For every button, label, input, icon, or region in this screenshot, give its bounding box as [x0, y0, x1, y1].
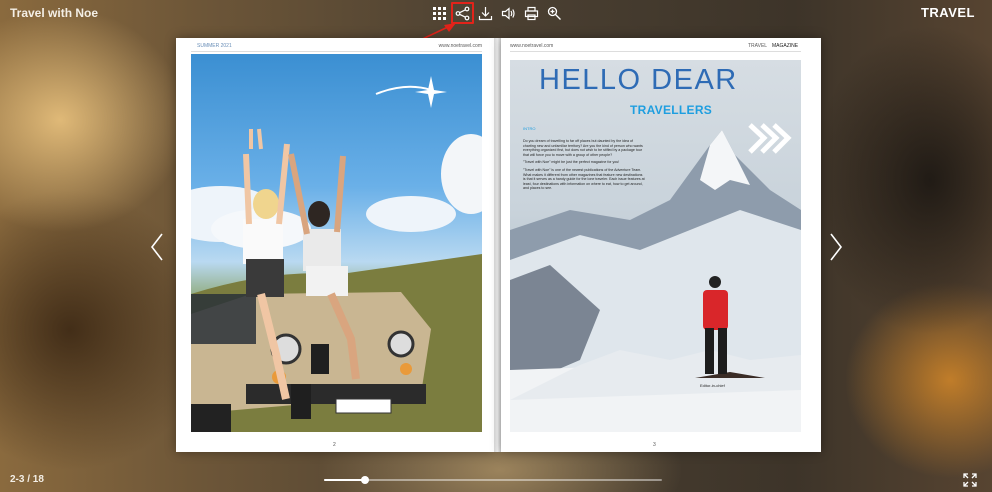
- zoom-button[interactable]: [543, 2, 566, 24]
- sound-button[interactable]: [497, 2, 520, 24]
- photo-travelers-jeep: [191, 54, 482, 432]
- intro-paragraph: Do you dream of travelling to far off pl…: [523, 139, 643, 157]
- brand-logo: TRAVEL: [920, 5, 975, 20]
- page-header-url: www.noetravel.com: [510, 43, 554, 49]
- page-slider[interactable]: [324, 476, 662, 484]
- page-header-magazine: MAGAZINE: [772, 43, 799, 49]
- subheadline: TRAVELLERS: [630, 103, 713, 117]
- print-button[interactable]: [520, 2, 543, 24]
- share-icon: [455, 6, 470, 20]
- page-counter: 2-3 / 18: [10, 474, 44, 485]
- app-title: Travel with Noe: [10, 6, 99, 20]
- zoom-icon: [547, 6, 561, 20]
- slider-thumb[interactable]: [360, 476, 369, 484]
- page-right[interactable]: www.noetravel.com TRAVEL MAGAZINE HELLO …: [501, 38, 821, 452]
- next-page-button[interactable]: [825, 232, 845, 262]
- slider-track: [324, 479, 662, 481]
- book-spine: [494, 38, 501, 452]
- top-bar: Travel with Noe TRAVEL: [0, 0, 992, 26]
- page-left[interactable]: SUMMER 2021 www.noetravel.com 2: [176, 38, 494, 452]
- page-header-url: www.noetravel.com: [438, 43, 482, 49]
- previous-page-button[interactable]: [148, 232, 168, 262]
- thumbnails-icon: [433, 6, 446, 20]
- intro-label: INTRO: [523, 126, 536, 131]
- page-number-right: 3: [653, 442, 656, 448]
- page-rule: [510, 51, 801, 52]
- slider-fill: [324, 479, 365, 481]
- flipbook: SUMMER 2021 www.noetravel.com 2 www.noet…: [176, 38, 821, 452]
- fullscreen-icon: [963, 473, 977, 487]
- page-rule: [191, 51, 482, 52]
- page-header-left: SUMMER 2021: [197, 43, 232, 49]
- chevron-right-icon: [830, 233, 843, 261]
- intro-paragraph: "Travel with Noe" might be just the perf…: [523, 160, 620, 165]
- travelers-illustration: [191, 76, 482, 432]
- sound-icon: [501, 6, 515, 20]
- fullscreen-button[interactable]: [963, 473, 977, 487]
- chevron-left-icon: [150, 233, 163, 261]
- intro-paragraph: "Travel with Noe" is one of the newest p…: [523, 167, 645, 191]
- intro-text: Do you dream of travelling to far off pl…: [523, 139, 645, 194]
- page-number-left: 2: [333, 442, 336, 448]
- download-icon: [478, 6, 493, 20]
- print-icon: [524, 6, 539, 20]
- page-header-travel: TRAVEL: [748, 43, 768, 49]
- headline: HELLO DEAR: [539, 64, 738, 96]
- editor-signature: Editor-in-chief: [700, 383, 725, 388]
- download-button[interactable]: [474, 2, 497, 24]
